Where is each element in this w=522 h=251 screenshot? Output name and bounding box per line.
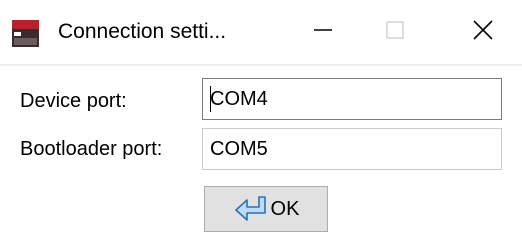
- app-window-icon[interactable]: [12, 20, 39, 47]
- maximize-icon: [385, 20, 405, 45]
- enter-arrow-icon: [233, 194, 269, 224]
- window-title: Connection setti...: [58, 20, 227, 43]
- title-bar[interactable]: Connection setti...: [0, 0, 522, 66]
- ok-button-label: OK: [270, 198, 300, 220]
- minimize-button[interactable]: [294, 0, 352, 64]
- text-caret: [210, 86, 211, 112]
- device-port-input[interactable]: [202, 78, 502, 120]
- ok-button[interactable]: OK: [204, 186, 328, 232]
- device-port-label: Device port:: [20, 90, 127, 112]
- close-button[interactable]: [454, 0, 512, 64]
- bootloader-port-input[interactable]: [202, 128, 502, 170]
- dialog-content: Device port: Bootloader port: OK: [0, 66, 522, 251]
- bootloader-port-label: Bootloader port:: [20, 138, 163, 160]
- minimize-icon: [313, 20, 333, 45]
- maximize-button[interactable]: [366, 0, 424, 64]
- connection-settings-dialog: Connection setti... Device port: COM4 Bo…: [0, 0, 522, 251]
- close-icon: [472, 19, 494, 46]
